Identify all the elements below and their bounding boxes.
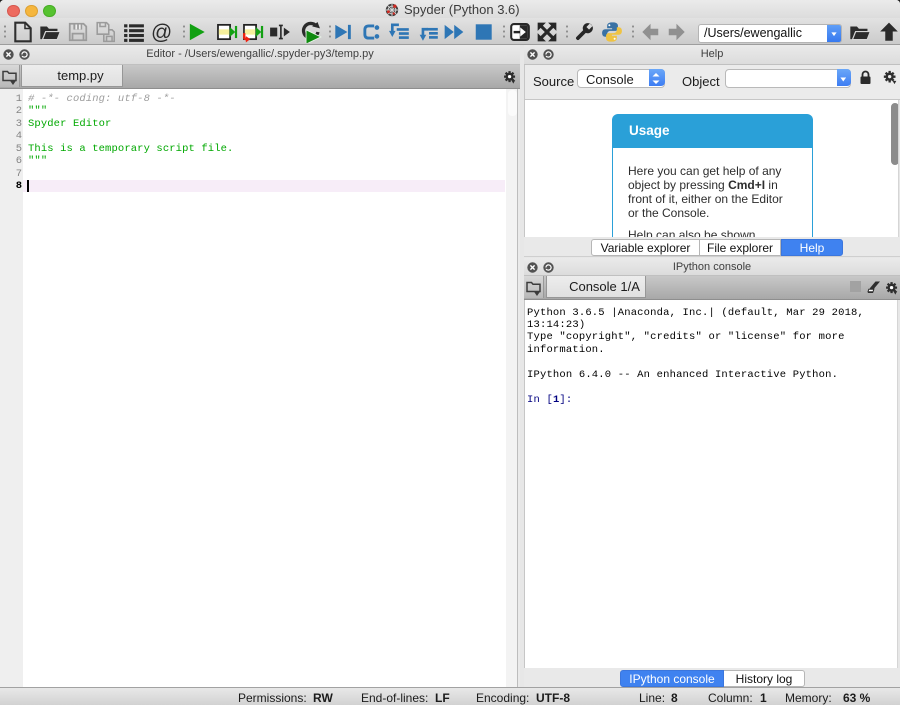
svg-text:@: @ <box>151 21 172 43</box>
